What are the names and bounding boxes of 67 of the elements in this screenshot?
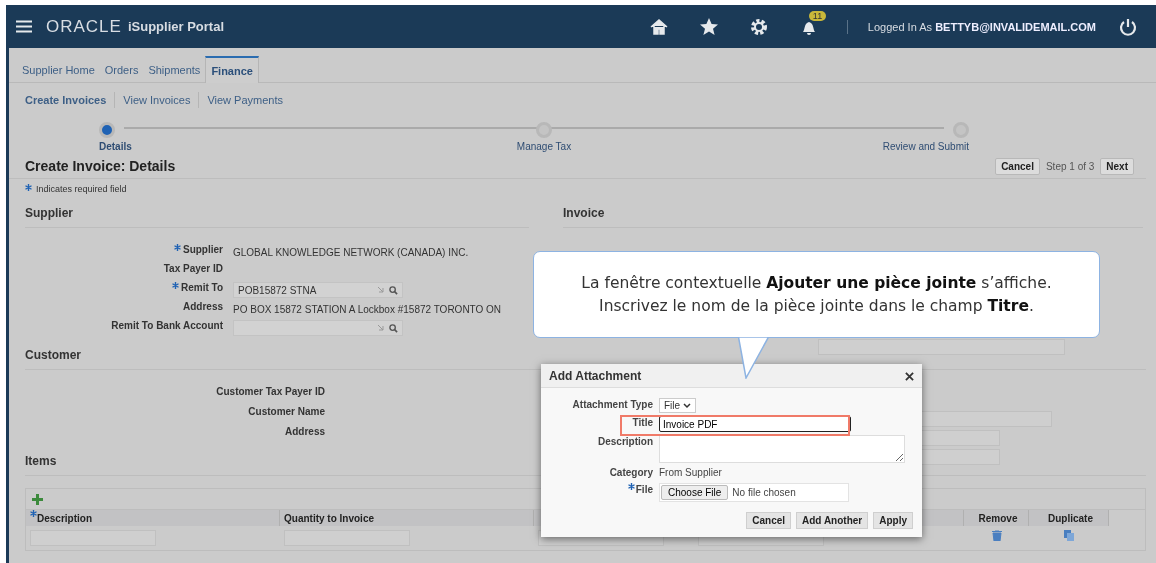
search-icon[interactable]: [389, 323, 398, 333]
add-icon[interactable]: [32, 493, 43, 505]
next-button[interactable]: Next: [1100, 157, 1134, 175]
nav-tab[interactable]: Supplier Home: [17, 64, 100, 82]
subtab-link[interactable]: View Invoices: [115, 94, 199, 106]
resize-arrow-icon: [377, 324, 385, 332]
lookup-field[interactable]: POB15872 STNA: [233, 282, 403, 298]
search-icon[interactable]: [389, 285, 398, 295]
field-label: Remit To: [180, 282, 223, 293]
type-select[interactable]: File: [659, 398, 696, 413]
field-label: Address: [183, 301, 223, 312]
trash-icon[interactable]: [991, 530, 1002, 541]
field-label: Description: [598, 435, 653, 449]
description-field[interactable]: [659, 435, 905, 463]
nav-tab[interactable]: Shipments: [143, 64, 206, 82]
field-label: Address: [285, 426, 325, 437]
notification-badge: 11: [808, 10, 827, 21]
field-label: File: [635, 483, 653, 497]
chevron-down-icon: [682, 403, 691, 409]
oracle-logo: ORACLE: [46, 16, 122, 37]
nav-tab[interactable]: Finance: [205, 56, 259, 83]
required-asterisk-icon: [25, 184, 32, 191]
product-name: iSupplier Portal: [127, 19, 224, 34]
field-label: Tax Payer ID: [163, 263, 223, 274]
column-label: Duplicate: [1048, 512, 1093, 524]
field-label: Remit To Bank Account: [111, 320, 223, 331]
input-field[interactable]: [920, 430, 1000, 446]
input-field[interactable]: [920, 449, 1000, 465]
page-title: Create Invoice: Details: [25, 158, 176, 174]
section-heading: Invoice: [563, 206, 1143, 228]
dialog-button[interactable]: Add Another: [796, 512, 869, 529]
dialog-title: Add Attachment: [549, 368, 642, 383]
step-label[interactable]: Manage Tax: [516, 141, 572, 152]
field-label: Customer Tax Payer ID: [216, 386, 325, 397]
field-value: PO BOX 15872 STATION A Lockbox #15872 TORONTO ON: [233, 303, 503, 315]
home-icon[interactable]: [648, 16, 669, 37]
choose-file-button[interactable]: Choose File: [661, 485, 729, 500]
column-label: Remove: [978, 512, 1018, 524]
step-label[interactable]: Review and Submit: [882, 141, 969, 152]
dialog-button[interactable]: Apply: [873, 512, 913, 529]
column-label: Description: [37, 512, 92, 524]
power-icon[interactable]: [1118, 16, 1138, 37]
settings-icon[interactable]: [748, 16, 769, 37]
resize-arrow-icon: [377, 286, 385, 294]
copy-icon[interactable]: [1064, 530, 1074, 541]
field-label: Attachment Type: [572, 398, 653, 412]
section-heading: Supplier: [25, 206, 529, 228]
nav-tab[interactable]: Orders: [99, 64, 144, 82]
input-field[interactable]: [920, 411, 1052, 427]
file-status: No file chosen: [732, 485, 796, 500]
field-label: Title: [632, 416, 653, 430]
dialog-button[interactable]: Cancel: [746, 512, 792, 529]
field-value: GLOBAL KNOWLEDGE NETWORK (CANADA) INC.: [233, 246, 470, 258]
required-note: Indicates required field: [36, 184, 127, 194]
menu-icon[interactable]: [16, 20, 32, 33]
column-label: Quantity to Invoice: [284, 512, 374, 524]
field-label: Supplier: [183, 244, 223, 255]
step-label[interactable]: Details: [99, 141, 132, 152]
subtab-link[interactable]: View Payments: [199, 94, 291, 106]
lookup-field[interactable]: [233, 320, 403, 336]
cancel-button[interactable]: Cancel: [995, 157, 1040, 175]
logged-in-user: Logged In As BETTYB@INVALIDEMAIL.COM: [867, 20, 1096, 33]
star-icon[interactable]: [698, 16, 719, 37]
field-label: Customer Name: [248, 406, 325, 417]
step-indicator: Step 1 of 3: [1045, 160, 1095, 172]
callout-text: La fenêtre contextuelle Ajouter une pièce jointe s’affiche. Inscrivez le nom de la pièce jointe dans le champ Titre.: [581, 272, 1052, 317]
subtab-link[interactable]: Create Invoices: [25, 94, 115, 106]
